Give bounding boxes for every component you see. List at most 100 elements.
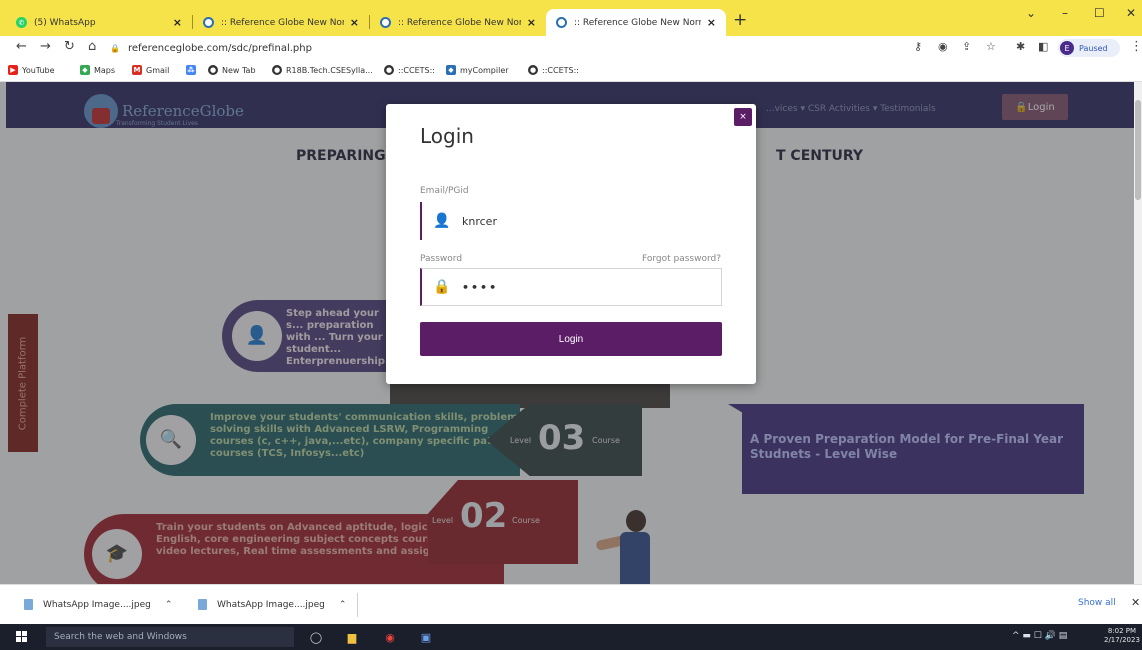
windows-taskbar: Search the web and Windows ◯ ▆ ◉ ▣ ^ ▬ ☐… <box>0 624 1142 650</box>
reload-icon[interactable]: ↻ <box>64 39 75 54</box>
download-separator <box>357 593 358 617</box>
lock-icon[interactable]: 🔒 <box>110 44 120 53</box>
tab-search-chevron-icon[interactable]: ⌄ <box>1026 6 1036 20</box>
side-panel-icon[interactable]: ◧ <box>1038 40 1048 53</box>
clock-time: 8:02 PM <box>1107 627 1137 635</box>
bookmark-youtube[interactable]: ▶ YouTube <box>8 65 55 75</box>
email-label: Email/PGid <box>420 186 469 196</box>
bookmark-label: ::CCETS:: <box>542 65 579 75</box>
share-icon[interactable]: ⇪ <box>962 40 971 53</box>
maximize-icon[interactable]: ☐ <box>1094 6 1105 20</box>
scrollbar-thumb[interactable] <box>1135 100 1141 200</box>
browser-toolbar: ← → ↻ ⌂ 🔒 referenceglobe.com/sdc/prefina… <box>0 36 1142 60</box>
close-window-icon[interactable]: ✕ <box>1126 6 1136 20</box>
file-explorer-icon[interactable]: ▆ <box>344 629 360 645</box>
more-menu-icon[interactable]: ⋮ <box>1130 39 1142 54</box>
star-icon[interactable]: ☆ <box>986 40 996 53</box>
password-input[interactable]: •••• <box>462 281 702 294</box>
bookmark-new-tab[interactable]: ● New Tab <box>208 65 256 75</box>
address-bar[interactable]: 🔒 referenceglobe.com/sdc/prefinal.php <box>110 38 890 58</box>
page-scrollbar[interactable] <box>1134 82 1142 584</box>
youtube-icon: ▶ <box>8 65 18 75</box>
download-filename: WhatsApp Image....jpeg <box>43 599 151 610</box>
home-icon[interactable]: ⌂ <box>88 39 96 54</box>
minimize-icon[interactable]: – <box>1062 6 1068 20</box>
bookmark-label: New Tab <box>222 65 256 75</box>
bookmark-label: myCompiler <box>460 65 509 75</box>
image-file-icon <box>24 599 33 610</box>
tab-referenceglobe-2[interactable]: :: Reference Globe New Normal :: × <box>370 9 546 36</box>
password-field[interactable]: 🔒 •••• <box>420 268 722 306</box>
windows-start-icon[interactable] <box>16 631 28 643</box>
email-field[interactable]: 👤 knrcer <box>420 202 722 240</box>
close-tab-icon[interactable]: × <box>350 16 359 29</box>
tab-title: (5) WhatsApp <box>34 17 96 28</box>
tab-title: :: Reference Globe New Normal :: <box>221 17 344 28</box>
bookmark-label: Maps <box>94 65 116 75</box>
gmail-icon: M <box>132 65 142 75</box>
tab-whatsapp[interactable]: ✆ (5) WhatsApp × <box>6 9 192 36</box>
url-text: referenceglobe.com/sdc/prefinal.php <box>127 42 312 54</box>
bookmark-ccets-1[interactable]: ●::CCETS:: <box>384 65 435 75</box>
tab-title: :: Reference Globe New Normal :: <box>574 17 701 28</box>
referenceglobe-icon <box>380 17 391 28</box>
bookmark-maps[interactable]: ◆ Maps <box>80 65 115 75</box>
login-modal: × Login Email/PGid 👤 knrcer Password For… <box>386 104 756 384</box>
download-shelf: WhatsApp Image....jpeg ⌃ WhatsApp Image.… <box>0 584 1142 624</box>
profile-button[interactable]: E Paused <box>1058 39 1120 57</box>
referenceglobe-icon <box>556 17 567 28</box>
bookmark-syllabus[interactable]: ● R18B.Tech.CSESylla... <box>272 65 373 75</box>
close-download-shelf-icon[interactable]: ✕ <box>1131 596 1140 609</box>
tab-referenceglobe-1[interactable]: :: Reference Globe New Normal :: × <box>193 9 369 36</box>
task-view-icon[interactable]: ◯ <box>308 629 324 645</box>
web-page: ReferenceGlobe Transforming Student Live… <box>0 82 1142 584</box>
chrome-icon[interactable]: ◉ <box>382 629 398 645</box>
close-modal-button[interactable]: × <box>734 108 752 126</box>
taskbar-clock[interactable]: 8:02 PM 2/17/2023 <box>1104 627 1140 645</box>
extensions-icon[interactable]: ✱ <box>1016 40 1025 53</box>
user-icon: 👤 <box>433 213 451 229</box>
globe-icon: ● <box>208 65 218 75</box>
maps-icon: ◆ <box>80 65 90 75</box>
login-submit-button[interactable]: Login <box>420 322 722 356</box>
store-icon[interactable]: ▣ <box>418 629 434 645</box>
bookmark-label: YouTube <box>22 65 55 75</box>
forgot-password-link[interactable]: Forgot password? <box>642 254 721 264</box>
close-tab-icon[interactable]: × <box>173 16 182 29</box>
chevron-up-icon[interactable]: ⌃ <box>165 600 173 610</box>
bookmark-label: Gmail <box>146 65 170 75</box>
compiler-icon: ◆ <box>446 65 456 75</box>
bookmark-label: ::CCETS:: <box>398 65 435 75</box>
close-tab-icon[interactable]: × <box>527 16 536 29</box>
bookmark-mycompiler[interactable]: ◆ myCompiler <box>446 65 509 75</box>
show-all-downloads-link[interactable]: Show all <box>1078 598 1116 608</box>
system-tray[interactable]: ^ ▬ ☐ 🔊 ▤ <box>1012 631 1067 641</box>
avatar: E <box>1060 41 1074 55</box>
forward-arrow-icon[interactable]: → <box>40 39 51 54</box>
modal-title: Login <box>420 124 474 148</box>
referenceglobe-icon <box>203 17 214 28</box>
bookmark-apps[interactable]: ⁂ <box>186 65 200 75</box>
bookmark-ccets-2[interactable]: ●::CCETS:: <box>528 65 579 75</box>
password-label: Password <box>420 254 463 264</box>
taskbar-search-input[interactable]: Search the web and Windows <box>46 627 294 647</box>
eye-off-icon[interactable]: ◉ <box>938 40 948 53</box>
download-filename: WhatsApp Image....jpeg <box>217 599 325 610</box>
close-tab-icon[interactable]: × <box>707 16 716 29</box>
back-arrow-icon[interactable]: ← <box>16 39 27 54</box>
bookmark-gmail[interactable]: M Gmail <box>132 65 169 75</box>
chevron-up-icon[interactable]: ⌃ <box>339 600 347 610</box>
globe-icon: ● <box>528 65 538 75</box>
download-item[interactable]: WhatsApp Image....jpeg ⌃ <box>24 599 172 610</box>
new-tab-button[interactable]: + <box>733 10 747 30</box>
globe-icon: ● <box>384 65 394 75</box>
clock-date: 2/17/2023 <box>1104 636 1140 644</box>
email-input[interactable]: knrcer <box>462 215 702 228</box>
globe-icon: ● <box>272 65 282 75</box>
profile-status: Paused <box>1079 43 1108 53</box>
tab-referenceglobe-active[interactable]: :: Reference Globe New Normal :: × <box>546 9 726 36</box>
download-item[interactable]: WhatsApp Image....jpeg ⌃ <box>198 599 346 610</box>
browser-tab-strip: ✆ (5) WhatsApp × :: Reference Globe New … <box>0 0 1142 36</box>
whatsapp-icon: ✆ <box>16 17 27 28</box>
key-icon[interactable]: ⚷ <box>914 40 922 53</box>
